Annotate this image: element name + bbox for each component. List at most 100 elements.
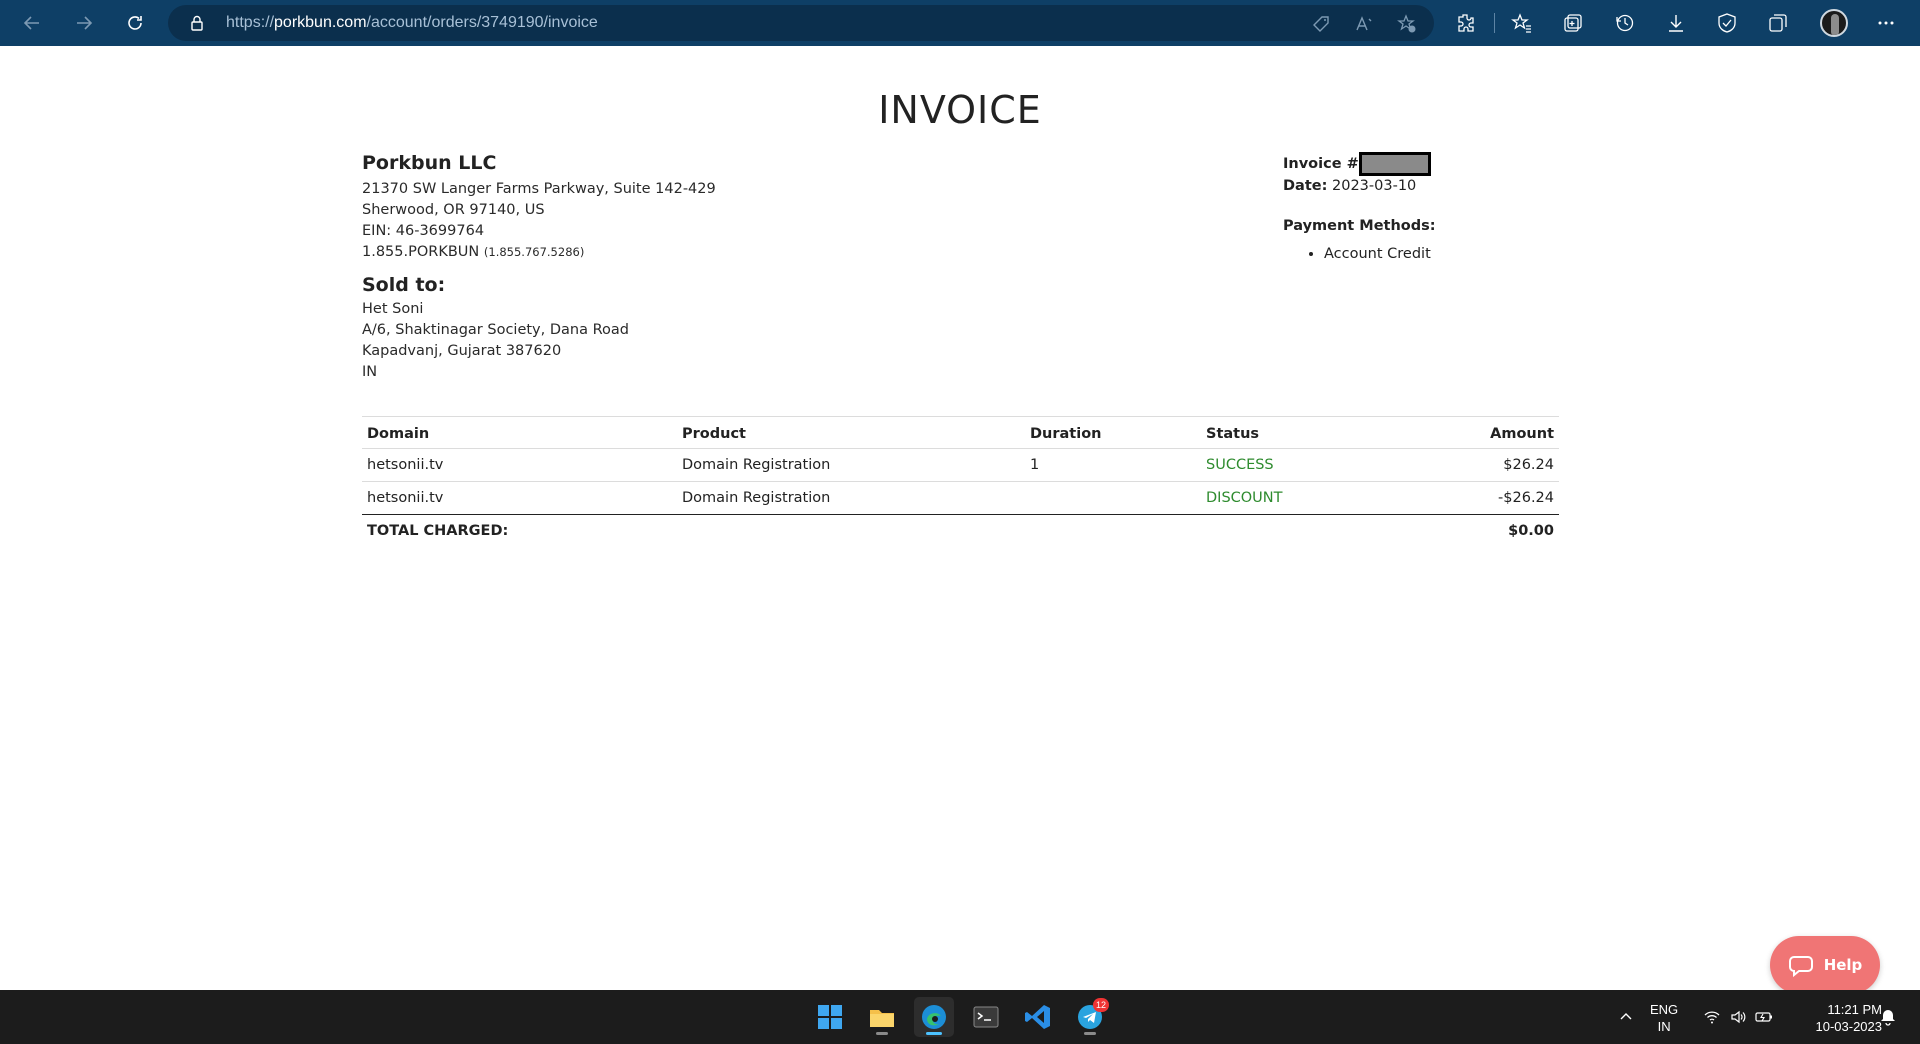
refresh-icon <box>128 16 142 30</box>
refresh-button[interactable] <box>119 8 151 38</box>
company-phone-numeric: (1.855.767.5286) <box>483 245 585 259</box>
browser-essentials-icon[interactable] <box>1715 11 1739 35</box>
help-label: Help <box>1823 956 1863 974</box>
windows-logo-icon <box>818 1005 842 1029</box>
windows-taskbar: 12 ENG IN 11:21 PM 10-03-2023 <box>0 990 1920 1044</box>
invoice-items-table: Domain Product Duration Status Amount he… <box>362 416 1559 548</box>
add-favorite-icon[interactable] <box>1396 13 1418 35</box>
notification-badge: 12 <box>1092 998 1109 1012</box>
profile-avatar[interactable] <box>1820 9 1848 37</box>
company-address-line1: 21370 SW Langer Farms Parkway, Suite 142… <box>362 181 716 197</box>
payment-methods-heading: Payment Methods: <box>1283 218 1436 234</box>
url-scheme: https:// <box>226 14 275 31</box>
cell-domain: hetsonii.tv <box>362 481 677 515</box>
cell-amount: -$26.24 <box>1401 481 1559 515</box>
total-row: TOTAL CHARGED: $0.00 <box>362 515 1559 548</box>
header-amount: Amount <box>1401 416 1559 449</box>
invoice-number-label: Invoice # <box>1283 156 1359 172</box>
address-bar[interactable]: https://porkbun.com/account/orders/37491… <box>168 5 1434 41</box>
company-phone-line: 1.855.PORKBUN (1.855.767.5286) <box>362 242 716 263</box>
buyer-name: Het Soni <box>362 301 424 317</box>
forward-button[interactable] <box>68 8 100 38</box>
table-row: hetsonii.tv Domain Registration DISCOUNT… <box>362 481 1559 515</box>
language-indicator[interactable]: ENG IN <box>1650 1001 1678 1035</box>
browser-toolbar: https://porkbun.com/account/orders/37491… <box>0 0 1920 46</box>
company-name: Porkbun LLC <box>362 152 497 174</box>
redacted-box <box>1358 152 1431 176</box>
company-address-line2: Sherwood, OR 97140, US <box>362 202 545 218</box>
telegram-button[interactable]: 12 <box>1070 997 1110 1037</box>
url-domain: porkbun.com <box>274 14 367 31</box>
vscode-button[interactable] <box>1018 997 1058 1037</box>
clock-time: 11:21 PM <box>1827 1002 1882 1017</box>
invoice-number: Invoice # <box>1283 152 1436 176</box>
invoice-meta: Invoice # Date: 2023-03-10 Payment Metho… <box>1283 152 1436 262</box>
help-button[interactable]: Help <box>1770 936 1880 994</box>
cell-product: Domain Registration <box>677 448 1025 482</box>
invoice-page: INVOICE Porkbun LLC 21370 SW Langer Farm… <box>0 46 1920 994</box>
more-options-icon[interactable] <box>1874 11 1898 35</box>
history-icon[interactable] <box>1613 11 1637 35</box>
header-product: Product <box>677 416 1025 449</box>
company-phone: 1.855.PORKBUN <box>362 244 480 260</box>
cell-amount: $26.24 <box>1401 448 1559 482</box>
workspaces-icon[interactable] <box>1766 11 1790 35</box>
invoice-title: INVOICE <box>878 88 1042 132</box>
start-button[interactable] <box>810 997 850 1037</box>
volume-icon[interactable] <box>1728 1007 1748 1027</box>
cell-domain: hetsonii.tv <box>362 448 677 482</box>
clock-date: 10-03-2023 <box>1815 1019 1883 1034</box>
header-status: Status <box>1201 416 1401 449</box>
date-label: Date: <box>1283 178 1328 194</box>
buyer-address-line1: A/6, Shaktinagar Society, Dana Road <box>362 322 629 338</box>
cell-product: Domain Registration <box>677 481 1025 515</box>
battery-icon[interactable] <box>1754 1007 1774 1027</box>
cell-duration: 1 <box>1025 448 1201 482</box>
cell-duration <box>1025 481 1201 515</box>
system-clock[interactable]: 11:21 PM 10-03-2023 <box>1792 1001 1883 1035</box>
date-value: 2023-03-10 <box>1332 178 1417 194</box>
edge-button[interactable] <box>914 997 954 1037</box>
chat-bubble-icon <box>1788 956 1813 978</box>
folder-icon <box>870 1010 894 1027</box>
language-code: ENG <box>1650 1002 1679 1017</box>
total-value: $0.00 <box>1508 523 1554 540</box>
chevron-up-icon[interactable] <box>1616 1007 1636 1027</box>
region-code: IN <box>1657 1019 1671 1034</box>
arrow-left-icon <box>23 16 39 30</box>
tag-icon[interactable] <box>1310 13 1332 35</box>
cell-status: SUCCESS <box>1201 448 1401 482</box>
invoice-date: Date: 2023-03-10 <box>1283 176 1436 196</box>
extensions-icon[interactable] <box>1454 11 1478 35</box>
total-label: TOTAL CHARGED: <box>367 523 509 540</box>
favorites-icon[interactable] <box>1510 11 1534 35</box>
seller-block: Porkbun LLC 21370 SW Langer Farms Parkwa… <box>362 152 716 383</box>
back-button[interactable] <box>16 8 48 38</box>
url-text[interactable]: https://porkbun.com/account/orders/37491… <box>226 14 598 32</box>
sold-to-heading: Sold to: <box>362 274 446 296</box>
url-path: /account/orders/3749190/invoice <box>366 14 598 31</box>
running-indicator <box>876 1032 888 1035</box>
lock-icon[interactable] <box>188 14 206 32</box>
table-header-row: Domain Product Duration Status Amount <box>362 416 1559 449</box>
buyer-country: IN <box>362 364 378 380</box>
notifications-icon[interactable] <box>1878 1007 1898 1027</box>
terminal-icon <box>973 1006 999 1028</box>
collections-icon[interactable] <box>1561 11 1585 35</box>
terminal-button[interactable] <box>966 997 1006 1037</box>
wifi-icon[interactable] <box>1702 1007 1722 1027</box>
file-explorer-button[interactable] <box>862 997 902 1037</box>
table-row: hetsonii.tv Domain Registration 1 SUCCES… <box>362 448 1559 482</box>
running-indicator <box>1084 1032 1096 1035</box>
cell-status: DISCOUNT <box>1201 481 1401 515</box>
downloads-icon[interactable] <box>1664 11 1688 35</box>
company-ein: EIN: 46-3699764 <box>362 223 485 239</box>
header-duration: Duration <box>1025 416 1201 449</box>
payment-method-item: Account Credit <box>1324 246 1436 262</box>
buyer-address-line2: Kapadvanj, Gujarat 387620 <box>362 343 562 359</box>
vscode-icon <box>1025 1005 1050 1029</box>
arrow-right-icon <box>77 16 93 30</box>
toolbar-divider <box>1494 13 1495 33</box>
read-aloud-icon[interactable] <box>1353 13 1375 35</box>
header-domain: Domain <box>362 416 677 449</box>
